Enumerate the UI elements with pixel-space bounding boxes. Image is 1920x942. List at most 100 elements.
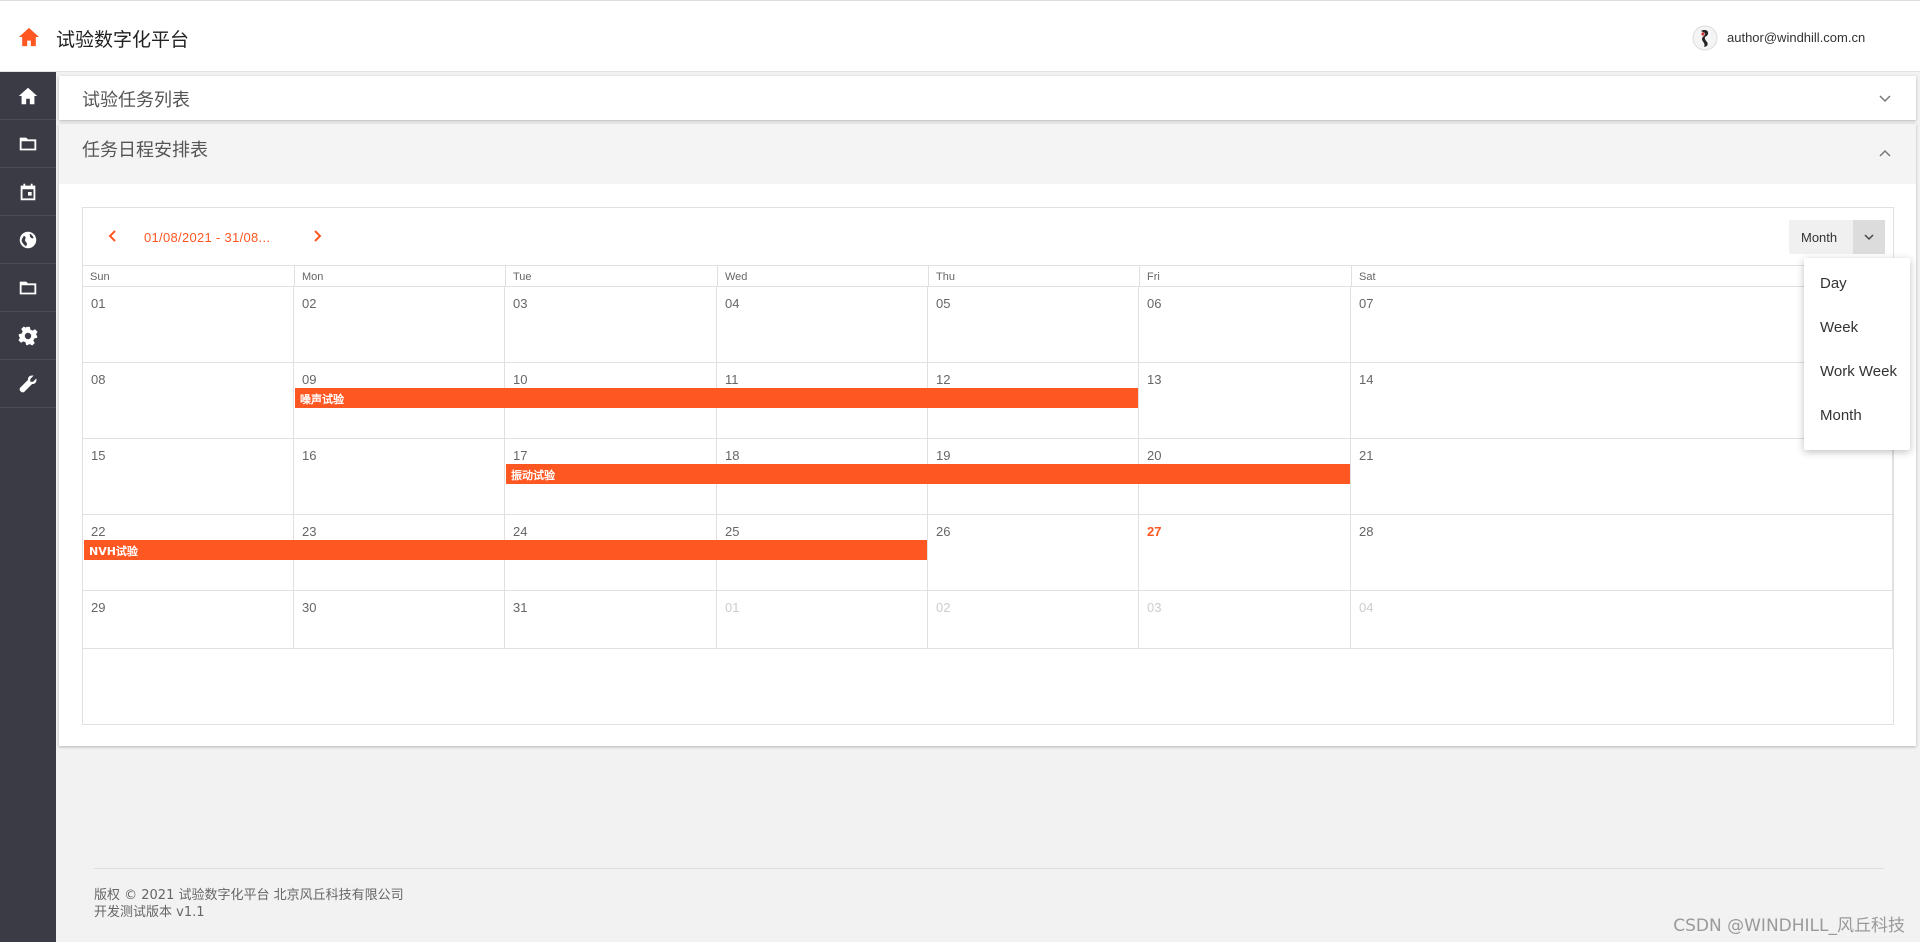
day-number: 03 xyxy=(513,296,528,311)
sidebar-item-home[interactable] xyxy=(0,72,56,120)
day-number: 09 xyxy=(302,372,317,387)
watermark: CSDN @WINDHILL_风丘科技 xyxy=(1673,916,1905,936)
sidebar xyxy=(0,72,56,942)
calendar-day-cell[interactable]: 16 xyxy=(294,439,505,515)
app-title: 试验数字化平台 xyxy=(56,29,190,51)
day-number: 13 xyxy=(1147,372,1162,387)
day-number: 08 xyxy=(91,372,106,387)
schedule-panel: 任务日程安排表 01/08/2021 - 31/08... Month Sun M… xyxy=(59,124,1916,746)
calendar-day-cell[interactable]: 06 xyxy=(1139,287,1351,363)
view-option-month[interactable]: Month xyxy=(1804,394,1910,438)
calendar-day-cell[interactable]: 15 xyxy=(83,439,294,515)
footer-copyright: 版权 © 2021 试验数字化平台 北京风丘科技有限公司 xyxy=(94,888,404,903)
sidebar-item-folder[interactable] xyxy=(0,120,56,168)
day-number: 01 xyxy=(91,296,106,311)
calendar-day-cell[interactable]: 03 xyxy=(505,287,717,363)
day-number: 30 xyxy=(302,600,317,615)
day-number: 12 xyxy=(936,372,951,387)
calendar-icon xyxy=(20,183,36,200)
day-number: 24 xyxy=(513,524,528,539)
day-number: 04 xyxy=(1359,600,1374,615)
day-header-fri: Fri xyxy=(1139,265,1351,287)
sidebar-item-tools[interactable] xyxy=(0,360,56,408)
chevron-up-icon[interactable] xyxy=(1878,146,1892,160)
chevron-left-icon[interactable] xyxy=(105,228,121,244)
day-number: 22 xyxy=(91,524,106,539)
sidebar-item-globe[interactable] xyxy=(0,216,56,264)
calendar-day-cell[interactable]: 01 xyxy=(717,591,928,649)
user-email[interactable]: author@windhill.com.cn xyxy=(1727,30,1865,45)
calendar-event[interactable]: NVH试验 xyxy=(84,540,927,560)
sidebar-item-calendar[interactable] xyxy=(0,168,56,216)
day-number: 19 xyxy=(936,448,951,463)
folder-icon xyxy=(19,281,37,294)
day-number: 15 xyxy=(91,448,106,463)
day-number: 21 xyxy=(1359,448,1374,463)
day-number: 23 xyxy=(302,524,317,539)
calendar-day-cell[interactable]: 01 xyxy=(83,287,294,363)
calendar-day-cell[interactable]: 29 xyxy=(83,591,294,649)
scheduler: 01/08/2021 - 31/08... Month Sun Mon Tue Wed… xyxy=(82,207,1894,725)
home-icon[interactable] xyxy=(18,27,40,47)
calendar-day-cell[interactable]: 03 xyxy=(1139,591,1351,649)
task-list-panel[interactable]: 试验任务列表 xyxy=(59,76,1916,120)
calendar-day-cell[interactable]: 04 xyxy=(1351,591,1893,649)
calendar-day-cell[interactable]: 13 xyxy=(1139,363,1351,439)
footer-divider xyxy=(94,868,1884,869)
calendar-day-cell[interactable]: 27 xyxy=(1139,515,1351,591)
view-selector-label: Month xyxy=(1801,230,1838,245)
schedule-title[interactable]: 任务日程安排表 xyxy=(82,136,208,162)
day-number: 16 xyxy=(302,448,317,463)
sidebar-item-settings[interactable] xyxy=(0,312,56,360)
day-header-mon: Mon xyxy=(294,265,505,287)
gear-icon xyxy=(18,325,38,346)
sidebar-item-folder-2[interactable] xyxy=(0,264,56,312)
globe-icon xyxy=(19,231,37,248)
scheduler-toolbar: 01/08/2021 - 31/08... Month xyxy=(83,208,1893,265)
day-header-tue: Tue xyxy=(505,265,717,287)
avatar[interactable] xyxy=(1692,25,1718,51)
day-header-thu: Thu xyxy=(928,265,1139,287)
calendar-day-cell[interactable]: 30 xyxy=(294,591,505,649)
day-number: 28 xyxy=(1359,524,1374,539)
chevron-down-icon xyxy=(1864,234,1874,241)
view-selector[interactable]: Month xyxy=(1789,220,1885,254)
calendar-day-cell[interactable]: 21 xyxy=(1351,439,1893,515)
calendar-day-cell[interactable]: 02 xyxy=(928,591,1139,649)
day-number: 05 xyxy=(936,296,951,311)
day-number: 01 xyxy=(725,600,740,615)
view-menu: Day Week Work Week Month xyxy=(1804,258,1910,450)
schedule-panel-header[interactable]: 任务日程安排表 xyxy=(59,124,1916,184)
chevron-down-icon[interactable] xyxy=(1878,91,1892,105)
day-number: 17 xyxy=(513,448,528,463)
top-bar: 试验数字化平台 author@windhill.com.cn xyxy=(0,0,1920,72)
calendar-event[interactable]: 振动试验 xyxy=(506,464,1350,484)
view-option-day[interactable]: Day xyxy=(1804,262,1910,306)
day-header-sun: Sun xyxy=(83,265,294,287)
folder-icon xyxy=(19,137,37,150)
calendar-event[interactable]: 噪声试验 xyxy=(295,388,1138,408)
wrench-icon xyxy=(19,375,37,392)
home-icon xyxy=(18,87,38,104)
calendar-day-cell[interactable]: 28 xyxy=(1351,515,1893,591)
view-option-work-week[interactable]: Work Week xyxy=(1804,350,1910,394)
day-number: 26 xyxy=(936,524,951,539)
calendar-day-cell[interactable]: 08 xyxy=(83,363,294,439)
view-dropdown-button[interactable] xyxy=(1853,220,1885,254)
task-list-title[interactable]: 试验任务列表 xyxy=(82,86,190,112)
chevron-right-icon[interactable] xyxy=(309,228,325,244)
calendar-day-cell[interactable]: 05 xyxy=(928,287,1139,363)
calendar-day-cell[interactable]: 26 xyxy=(928,515,1139,591)
day-header-wed: Wed xyxy=(717,265,928,287)
day-number: 02 xyxy=(936,600,951,615)
calendar-day-cell[interactable]: 04 xyxy=(717,287,928,363)
day-number: 10 xyxy=(513,372,528,387)
day-number: 18 xyxy=(725,448,740,463)
day-number: 20 xyxy=(1147,448,1162,463)
day-number: 02 xyxy=(302,296,317,311)
date-range[interactable]: 01/08/2021 - 31/08... xyxy=(144,230,270,245)
day-number: 29 xyxy=(91,600,106,615)
calendar-day-cell[interactable]: 31 xyxy=(505,591,717,649)
calendar-day-cell[interactable]: 02 xyxy=(294,287,505,363)
view-option-week[interactable]: Week xyxy=(1804,306,1910,350)
